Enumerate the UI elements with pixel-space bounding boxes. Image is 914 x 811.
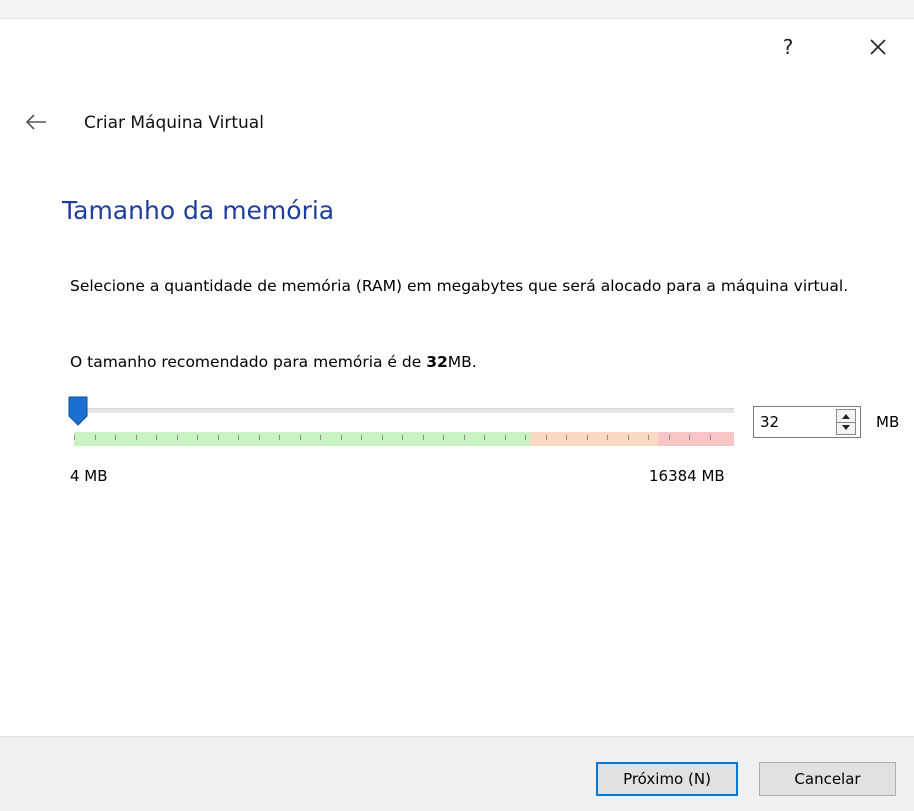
spin-down-button[interactable] [837,422,855,434]
slider-tick [689,435,690,440]
slider-tick [628,435,629,440]
recommendation-value: 32 [426,353,448,371]
dialog-footer: Próximo (N) Cancelar [0,736,914,811]
slider-tick [587,435,588,440]
triangle-up-icon [842,414,850,419]
close-icon [870,39,886,55]
wizard-title: Criar Máquina Virtual [84,113,264,133]
triangle-down-icon [842,425,850,430]
memory-unit-label: MB [876,413,900,431]
slider-tick [505,435,506,440]
spin-buttons [836,409,856,435]
slider-handle[interactable] [67,396,89,426]
slider-tick [607,435,608,440]
slider-tick [115,435,116,440]
slider-tick [136,435,137,440]
slider-tick [238,435,239,440]
slider-tick [259,435,260,440]
page-heading: Tamanho da memória [62,196,335,225]
slider-groove [70,408,734,413]
back-button[interactable] [24,110,52,134]
slider-tick [669,435,670,440]
title-bar-strip [0,0,914,19]
slider-tick [300,435,301,440]
slider-handle-icon [68,396,88,426]
slider-tick [443,435,444,440]
slider-tick [402,435,403,440]
slider-tick [710,435,711,440]
next-button[interactable]: Próximo (N) [596,762,738,796]
slider-min-label: 4 MB [70,467,108,485]
slider-tick [423,435,424,440]
slider-tick [546,435,547,440]
slider-tick [218,435,219,440]
slider-tick [156,435,157,440]
close-button[interactable] [862,31,894,63]
memory-input[interactable] [754,407,832,437]
cancel-button[interactable]: Cancelar [759,762,896,796]
slider-tick [525,435,526,440]
recommendation-text: O tamanho recomendado para memória é de … [70,353,477,371]
slider-tick [464,435,465,440]
slider-tick [95,435,96,440]
recommendation-prefix: O tamanho recomendado para memória é de [70,353,427,371]
slider-tick [648,435,649,440]
slider-tick [382,435,383,440]
slider-tick [566,435,567,440]
description-text: Selecione a quantidade de memória (RAM) … [70,277,849,295]
slider-tick [177,435,178,440]
slider-tick [279,435,280,440]
slider-tick [74,435,75,440]
slider-ticks [74,432,734,446]
slider-tick [197,435,198,440]
memory-spinbox[interactable] [753,406,861,438]
slider-max-label: 16384 MB [649,467,725,485]
slider-tick [484,435,485,440]
memory-slider[interactable] [66,396,738,452]
help-button[interactable]: ? [776,31,800,63]
arrow-left-icon [25,114,46,130]
slider-tick [320,435,321,440]
recommendation-suffix: MB. [447,353,477,371]
slider-tick [341,435,342,440]
slider-tick [361,435,362,440]
